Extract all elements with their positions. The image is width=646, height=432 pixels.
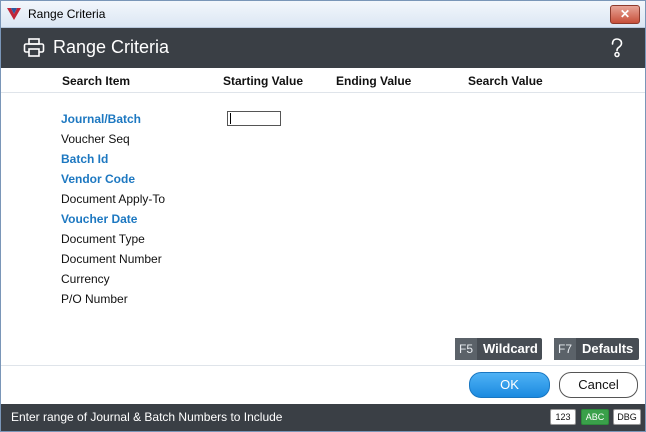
search-item-currency: Currency — [61, 272, 110, 286]
printer-icon — [23, 38, 45, 57]
alpha-mode-badge[interactable]: ABC — [581, 409, 609, 425]
column-header-starting-value: Starting Value — [223, 74, 304, 88]
status-bar: Enter range of Journal & Batch Numbers t… — [1, 404, 645, 431]
cancel-button[interactable]: Cancel — [559, 372, 638, 398]
wildcard-key: F5 — [455, 338, 477, 360]
search-item-batch-id: Batch Id — [61, 152, 109, 166]
debug-mode-badge[interactable]: DBG — [613, 409, 641, 425]
column-header-search-value: Search Value — [468, 74, 543, 88]
button-area-divider — [1, 365, 645, 366]
help-icon[interactable] — [609, 37, 625, 59]
app-logo-icon — [7, 8, 21, 20]
search-item-document-type: Document Type — [61, 232, 145, 246]
journal-batch-starting-value-input[interactable] — [227, 111, 281, 126]
window-titlebar: Range Criteria ✕ — [1, 1, 645, 28]
search-item-journal-batch: Journal/Batch — [61, 112, 142, 126]
defaults-button[interactable]: F7 Defaults — [554, 338, 639, 360]
status-message: Enter range of Journal & Batch Numbers t… — [11, 410, 283, 424]
wildcard-label: Wildcard — [483, 341, 538, 356]
ok-button[interactable]: OK — [469, 372, 550, 398]
column-header-divider — [1, 92, 645, 93]
window-title: Range Criteria — [28, 7, 106, 21]
text-caret — [230, 113, 231, 124]
search-item-document-number: Document Number — [61, 252, 162, 266]
column-header-ending-value: Ending Value — [336, 74, 412, 88]
search-item-vendor-code: Vendor Code — [61, 172, 136, 186]
search-item-voucher-date: Voucher Date — [61, 212, 138, 226]
defaults-key: F7 — [554, 338, 576, 360]
dialog-title: Range Criteria — [53, 37, 170, 57]
range-criteria-window: Range Criteria ✕ Range Criteria Search I… — [0, 0, 646, 432]
search-item-voucher-seq: Voucher Seq — [61, 132, 130, 146]
search-item-po-number: P/O Number — [61, 292, 128, 306]
dialog-header: Range Criteria — [1, 28, 645, 68]
numeric-mode-badge[interactable]: 123 — [550, 409, 576, 425]
wildcard-button[interactable]: F5 Wildcard — [455, 338, 542, 360]
defaults-label: Defaults — [582, 341, 634, 356]
search-item-document-apply-to: Document Apply-To — [61, 192, 166, 206]
close-button[interactable]: ✕ — [610, 5, 640, 24]
column-header-search-item: Search Item — [62, 74, 131, 88]
